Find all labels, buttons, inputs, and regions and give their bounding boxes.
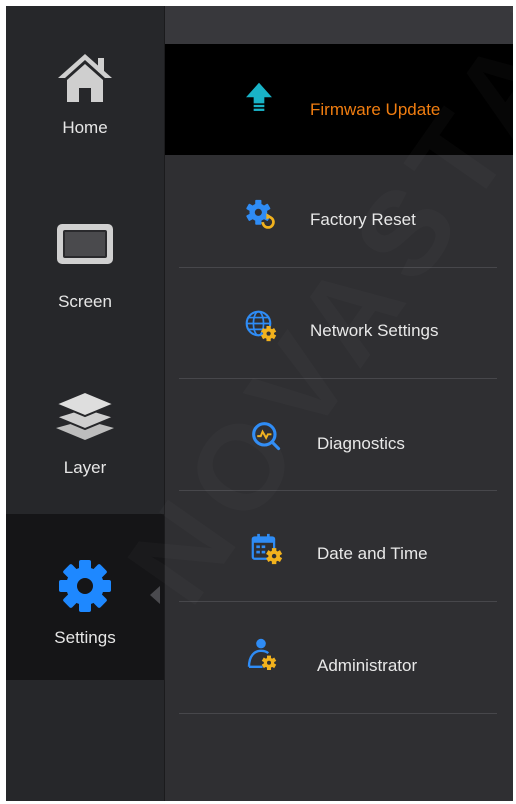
nav-label-settings: Settings — [54, 628, 116, 647]
nav-label-screen: Screen — [58, 292, 112, 311]
nav-item-home[interactable]: Home — [6, 6, 164, 172]
submenu-item-network-settings[interactable]: Network Settings — [165, 268, 513, 379]
diagnostics-icon — [252, 422, 281, 451]
layers-icon — [54, 390, 116, 440]
submenu-label-administrator: Administrator — [317, 656, 418, 675]
screen-icon — [57, 224, 113, 264]
submenu-item-diagnostics[interactable]: Diagnostics — [165, 379, 513, 490]
globe-gear-icon — [245, 310, 277, 342]
nav-item-settings[interactable]: Settings — [6, 514, 164, 680]
submenu-label-factory-reset: Factory Reset — [310, 210, 416, 229]
active-pointer-icon — [150, 586, 160, 604]
submenu-label-firmware-update: Firmware Update — [310, 100, 441, 119]
upload-arrow-icon — [246, 82, 272, 111]
submenu-header-bar — [165, 6, 513, 44]
submenu-item-firmware-update[interactable]: Firmware Update — [165, 44, 513, 155]
main-nav: Home Screen Layer Settings — [6, 6, 164, 801]
submenu-item-administrator[interactable]: Administrator — [165, 602, 513, 713]
gear-icon — [59, 560, 111, 612]
submenu-item-date-and-time[interactable]: Date and Time — [165, 491, 513, 602]
nav-label-layer: Layer — [63, 458, 107, 477]
settings-submenu: Firmware Update Factory Reset Network Se… — [165, 6, 513, 801]
nav-item-screen[interactable]: Screen — [6, 172, 164, 338]
home-icon — [58, 54, 112, 102]
submenu-label-date-and-time: Date and Time — [317, 544, 428, 563]
submenu-label-diagnostics: Diagnostics — [317, 434, 405, 453]
submenu-divider — [179, 713, 497, 714]
submenu-item-factory-reset[interactable]: Factory Reset — [165, 155, 513, 266]
gear-reset-icon — [246, 199, 275, 229]
submenu-label-network-settings: Network Settings — [310, 321, 439, 340]
calendar-gear-icon — [251, 533, 283, 565]
nav-label-home: Home — [62, 118, 108, 137]
user-gear-icon — [247, 638, 277, 670]
settings-window: Home Screen Layer Settings Firmware Upda… — [6, 6, 513, 801]
nav-item-layer[interactable]: Layer — [6, 338, 164, 504]
